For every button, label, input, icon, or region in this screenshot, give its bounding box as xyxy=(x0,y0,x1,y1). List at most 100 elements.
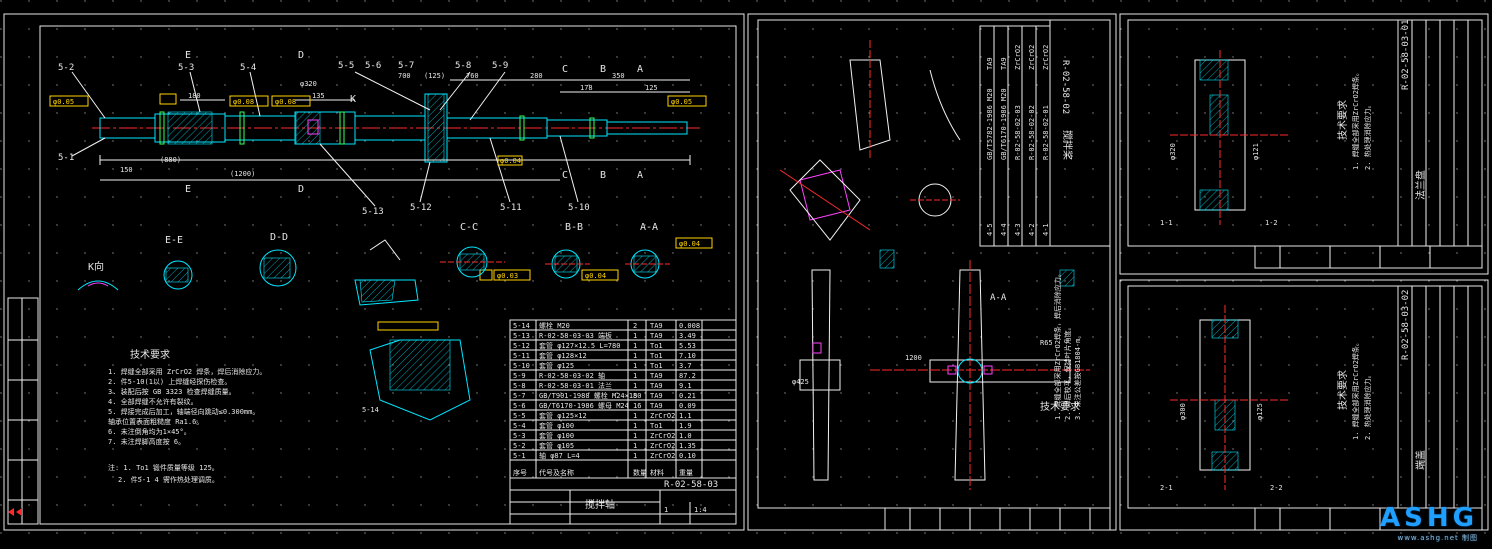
bom-cell-qty: 1 xyxy=(633,382,637,390)
bom2-cell-name: R-02-58-02-02 xyxy=(1028,105,1036,160)
bom-cell-qty: 16 xyxy=(633,402,641,410)
bom-cell-qty: 1 xyxy=(633,442,637,450)
bom-cell-no: 5-4 xyxy=(513,422,526,430)
bom-cell-w: 3.7 xyxy=(679,362,692,370)
part-ref: 5-11 xyxy=(500,203,522,213)
part-ref: 2-2 xyxy=(1270,484,1283,492)
bom-cell-name: R-02-58-03-03 端板 xyxy=(539,331,612,340)
bom2-cell-mat: TA9 xyxy=(1000,57,1008,70)
bom-cell-name: GB/T901-1988 螺栓 M24×150 xyxy=(539,391,642,400)
bom-cell-name: R-02-58-03-02 轴 xyxy=(539,371,605,380)
bom-cell-qty: 1 xyxy=(633,432,637,440)
dim-text: 135 xyxy=(312,92,325,100)
note-line: 1. 焊缝全部采用 ZrCrO2 焊条，焊后消除应力。 xyxy=(108,367,266,376)
section-marker: C xyxy=(562,170,568,181)
part-ref: 5-1 xyxy=(58,153,74,163)
section-marker: E xyxy=(185,184,191,195)
drawing-number: R-02-58-03 xyxy=(664,480,718,490)
bom-cell-qty: 1 xyxy=(633,412,637,420)
bom2-cell-name: GB/T6170-1986 M20 xyxy=(1000,88,1008,160)
part-ref: 1-2 xyxy=(1265,219,1278,227)
bom-cell-w: 3.49 xyxy=(679,332,696,340)
footnote-line: 注: 1. To1 锻件质量等级 125。 xyxy=(108,463,219,472)
bom-header-qty: 数量 xyxy=(633,468,647,477)
part-ref: 5-2 xyxy=(58,63,74,73)
note-line: 6. 未注倒角均为1×45°。 xyxy=(108,427,191,436)
bom-cell-no: 5-11 xyxy=(513,352,530,360)
bom-cell-qty: 2 xyxy=(633,322,637,330)
bom-cell-mat: TA9 xyxy=(650,322,663,330)
section-marker: K xyxy=(350,94,356,105)
note-line: 1. 焊缝全部采用ZrCrO2焊条。 xyxy=(1351,339,1360,440)
scale-value: 1:4 xyxy=(694,506,707,514)
footnote-line: 2. 件5-1 4 需作热处理调质。 xyxy=(118,475,219,484)
note-line: 2. 热处理消除应力。 xyxy=(1363,371,1372,440)
drawing-number: R-02-58-02 xyxy=(1060,60,1070,114)
view-title: D-D xyxy=(270,232,288,243)
section-marker: D xyxy=(298,184,304,195)
drawing-title: 搅拌轴 xyxy=(585,498,615,511)
bom-cell-name: 螺栓 M20 xyxy=(539,321,570,330)
bom-cell-w: 0.09 xyxy=(679,402,696,410)
dim-text: (125) xyxy=(424,72,445,80)
part-ref: 5-7 xyxy=(398,61,414,71)
bom2-cell-mat: ZrCrO2 xyxy=(1028,45,1036,70)
section-marker: C xyxy=(562,64,568,75)
part-ref: 5-3 xyxy=(178,63,194,73)
part-ref: 2-1 xyxy=(1160,484,1173,492)
bom2-cell-name: GB/T5782-1986 M20 xyxy=(986,88,994,160)
bom-cell-mat: TA9 xyxy=(650,332,663,340)
bom-cell-mat: TA9 xyxy=(650,372,663,380)
view-title: K向 xyxy=(88,260,104,273)
bom-cell-w: 0.008 xyxy=(679,322,700,330)
part-ref: 5-13 xyxy=(362,207,384,217)
part-ref: 5-9 xyxy=(492,61,508,71)
bom2-cell-mat: ZrCrO2 xyxy=(1014,45,1022,70)
dim-text: 180 xyxy=(188,92,201,100)
tol-box: φ0.04 xyxy=(500,157,521,165)
view-title: C-C xyxy=(460,222,478,233)
dim-text: 178 xyxy=(580,84,593,92)
part-ref: 5-6 xyxy=(365,61,381,71)
part-ref: 5-8 xyxy=(455,61,471,71)
note-line: 2. 焊后校平，保持叶片角度。 xyxy=(1063,323,1072,420)
dim-text: 700 xyxy=(398,72,411,80)
view-title: E-E xyxy=(165,235,183,246)
bom-cell-qty: 1 xyxy=(633,372,637,380)
tol-box: φ0.08 xyxy=(275,98,296,106)
drawing-title: 法兰盘 xyxy=(1414,170,1427,200)
part-ref: 5-10 xyxy=(568,203,590,213)
bom-cell-w: 87.2 xyxy=(679,372,696,380)
note-line: 1. 焊缝全部采用ZrCrO2焊条。 xyxy=(1351,69,1360,170)
note-line: 3. 装配后按 GB 3323 检查焊缝质量。 xyxy=(108,387,236,396)
bom-header-no: 序号 xyxy=(513,468,527,477)
bom-cell-qty: 1 xyxy=(633,422,637,430)
note-line: 3. 未注公差按GB1804-m。 xyxy=(1073,332,1082,420)
bom-cell-qty: 1 xyxy=(633,342,637,350)
bom-cell-mat: To1 xyxy=(650,422,663,430)
bom-cell-no: 5-9 xyxy=(513,372,526,380)
section-marker: A xyxy=(637,170,643,181)
bom-cell-w: 0.10 xyxy=(679,452,696,460)
section-marker: A xyxy=(637,64,643,75)
dim-text: φ300 xyxy=(1179,403,1187,420)
tol-box: φ0.03 xyxy=(497,272,518,280)
view-title: B-B xyxy=(565,222,583,233)
cad-drawing-canvas: E D C B A K E D C B A 5-2 5-1 5-3 5-4 5-… xyxy=(0,0,1492,549)
bom-cell-name: 套管 φ125×12 xyxy=(539,411,587,420)
bom-cell-no: 5-8 xyxy=(513,382,526,390)
bom-cell-mat: ZrCrO2 xyxy=(650,432,675,440)
dim-text: 280 xyxy=(530,72,543,80)
sheet-number: 1 xyxy=(664,506,668,514)
tol-box: φ0.04 xyxy=(679,240,700,248)
bom-cell-mat: TA9 xyxy=(650,402,663,410)
notes-title: 技术要求 xyxy=(130,348,170,361)
tol-box: φ0.05 xyxy=(671,98,692,106)
watermark-text: ASHG xyxy=(1380,503,1478,533)
bom-header-mat: 材料 xyxy=(650,468,664,477)
bom-cell-no: 5-12 xyxy=(513,342,530,350)
note-line: 1. 焊缝全部采用ZrCrO2焊条，焊后消除应力。 xyxy=(1053,270,1062,420)
view-title: A-A xyxy=(640,222,658,233)
bom-cell-mat: TA9 xyxy=(650,382,663,390)
note-line: 2. 热处理消除应力。 xyxy=(1363,101,1372,170)
